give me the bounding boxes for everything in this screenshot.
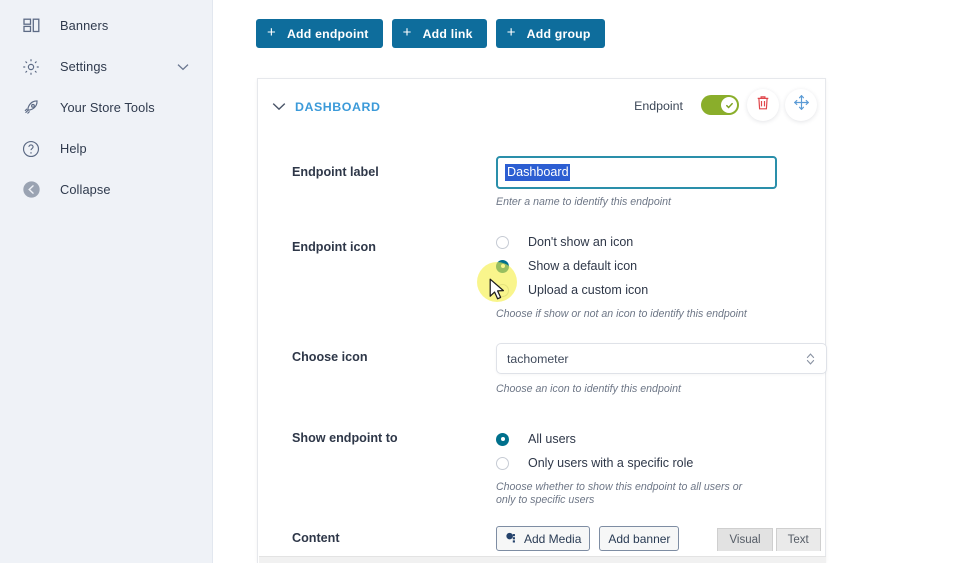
collapse-icon: [20, 179, 42, 201]
choose-icon-hint: Choose an icon to identify this endpoint: [496, 383, 681, 395]
add-endpoint-label: Add endpoint: [286, 26, 369, 41]
gear-icon: [20, 56, 42, 78]
endpoint-label-label: Endpoint label: [292, 165, 379, 179]
endpoint-type-label: Endpoint: [634, 99, 683, 113]
radio-label: All users: [528, 432, 576, 446]
sidebar-item-label: Help: [60, 141, 87, 156]
sidebar-item-settings[interactable]: Settings: [0, 46, 213, 87]
choose-icon-label: Choose icon: [292, 350, 368, 364]
card-header: DASHBOARD Endpoint: [258, 79, 825, 131]
tab-visual-label: Visual: [729, 534, 761, 546]
show-endpoint-to-label: Show endpoint to: [292, 431, 398, 445]
endpoint-label-hint: Enter a name to identify this endpoint: [496, 196, 671, 208]
banners-icon: [20, 15, 42, 37]
add-banner-label: Add banner: [608, 531, 671, 546]
radio-button: [496, 283, 509, 297]
chevron-down-icon[interactable]: [272, 98, 286, 116]
radio-button: [496, 235, 509, 249]
app-root: Banners Settings Your Store Tools Help C…: [0, 0, 961, 563]
add-group-button[interactable]: + Add group: [495, 19, 605, 48]
endpoint-label-value: Dashboard: [505, 164, 570, 181]
chevron-down-icon[interactable]: [177, 58, 189, 76]
move-endpoint-handle[interactable]: [785, 89, 817, 121]
add-media-button[interactable]: Add Media: [496, 526, 591, 551]
radio-label: Only users with a specific role: [528, 456, 694, 470]
plus-icon: +: [267, 24, 276, 41]
radio-label: Upload a custom icon: [528, 283, 649, 297]
move-icon: [793, 94, 810, 116]
tab-text-label: Text: [787, 534, 809, 546]
radio-all-users[interactable]: All users: [496, 427, 764, 451]
add-endpoint-button[interactable]: + Add endpoint: [256, 19, 383, 48]
help-icon: [20, 138, 42, 160]
add-link-label: Add link: [422, 26, 473, 41]
add-link-button[interactable]: + Add link: [391, 19, 487, 48]
add-group-label: Add group: [526, 26, 591, 41]
rocket-icon: [20, 97, 42, 119]
endpoint-icon-options: Don't show an icon Show a default icon U…: [496, 230, 747, 321]
radio-dont-show-icon[interactable]: Don't show an icon: [496, 230, 747, 254]
radio-show-default-icon[interactable]: Show a default icon: [496, 254, 747, 278]
radio-label: Don't show an icon: [528, 235, 634, 249]
endpoint-label-input[interactable]: Dashboard: [496, 156, 777, 189]
radio-upload-custom-icon[interactable]: Upload a custom icon: [496, 278, 747, 302]
sidebar-item-banners[interactable]: Banners: [0, 5, 213, 46]
choose-icon-select[interactable]: tachometer: [496, 343, 827, 374]
radio-button: [496, 259, 509, 273]
sidebar-item-help[interactable]: Help: [0, 128, 213, 169]
chevron-up-down-icon: [806, 351, 815, 366]
content-section-background: [259, 556, 826, 563]
radio-button: [496, 432, 509, 446]
sidebar: Banners Settings Your Store Tools Help C…: [0, 0, 213, 563]
content-label: Content: [292, 531, 340, 545]
card-title: DASHBOARD: [295, 100, 381, 114]
action-toolbar: + Add endpoint + Add link + Add group: [256, 19, 605, 48]
endpoint-icon-hint: Choose if show or not an icon to identif…: [496, 308, 747, 320]
trash-icon: [756, 95, 770, 116]
sidebar-item-label: Your Store Tools: [60, 100, 155, 115]
endpoint-label-field-group: Dashboard Enter a name to identify this …: [496, 156, 777, 209]
radio-label: Show a default icon: [528, 259, 638, 273]
sidebar-item-collapse[interactable]: Collapse: [0, 169, 213, 210]
plus-icon: +: [506, 24, 516, 41]
delete-endpoint-button[interactable]: [747, 89, 779, 121]
choose-icon-field-group: tachometer Choose an icon to identify th…: [496, 343, 827, 396]
radio-specific-role[interactable]: Only users with a specific role: [496, 451, 764, 475]
radio-button: [496, 456, 509, 470]
content-toolbar: Add Media Add banner Visual Text: [496, 526, 821, 551]
sidebar-item-label: Settings: [60, 59, 108, 74]
plus-icon: +: [402, 24, 412, 41]
show-endpoint-to-options: All users Only users with a specific rol…: [496, 427, 764, 507]
add-media-label: Add Media: [524, 531, 582, 546]
sidebar-item-your-store-tools[interactable]: Your Store Tools: [0, 87, 213, 128]
add-banner-button[interactable]: Add banner: [599, 526, 680, 551]
endpoint-icon-label: Endpoint icon: [292, 240, 376, 254]
sidebar-item-label: Banners: [60, 18, 109, 33]
tab-text[interactable]: Text: [775, 528, 821, 551]
endpoint-enabled-toggle[interactable]: [701, 95, 739, 115]
media-icon: [505, 532, 518, 545]
show-endpoint-to-hint: Choose whether to show this endpoint to …: [496, 481, 743, 506]
choose-icon-value: tachometer: [507, 351, 569, 366]
main-content: + Add endpoint + Add link + Add group DA…: [213, 0, 961, 563]
sidebar-item-label: Collapse: [60, 182, 111, 197]
check-icon: [721, 97, 737, 113]
tab-visual[interactable]: Visual: [717, 528, 773, 551]
endpoint-card: DASHBOARD Endpoint Endpoint label Dashbo…: [257, 78, 827, 563]
